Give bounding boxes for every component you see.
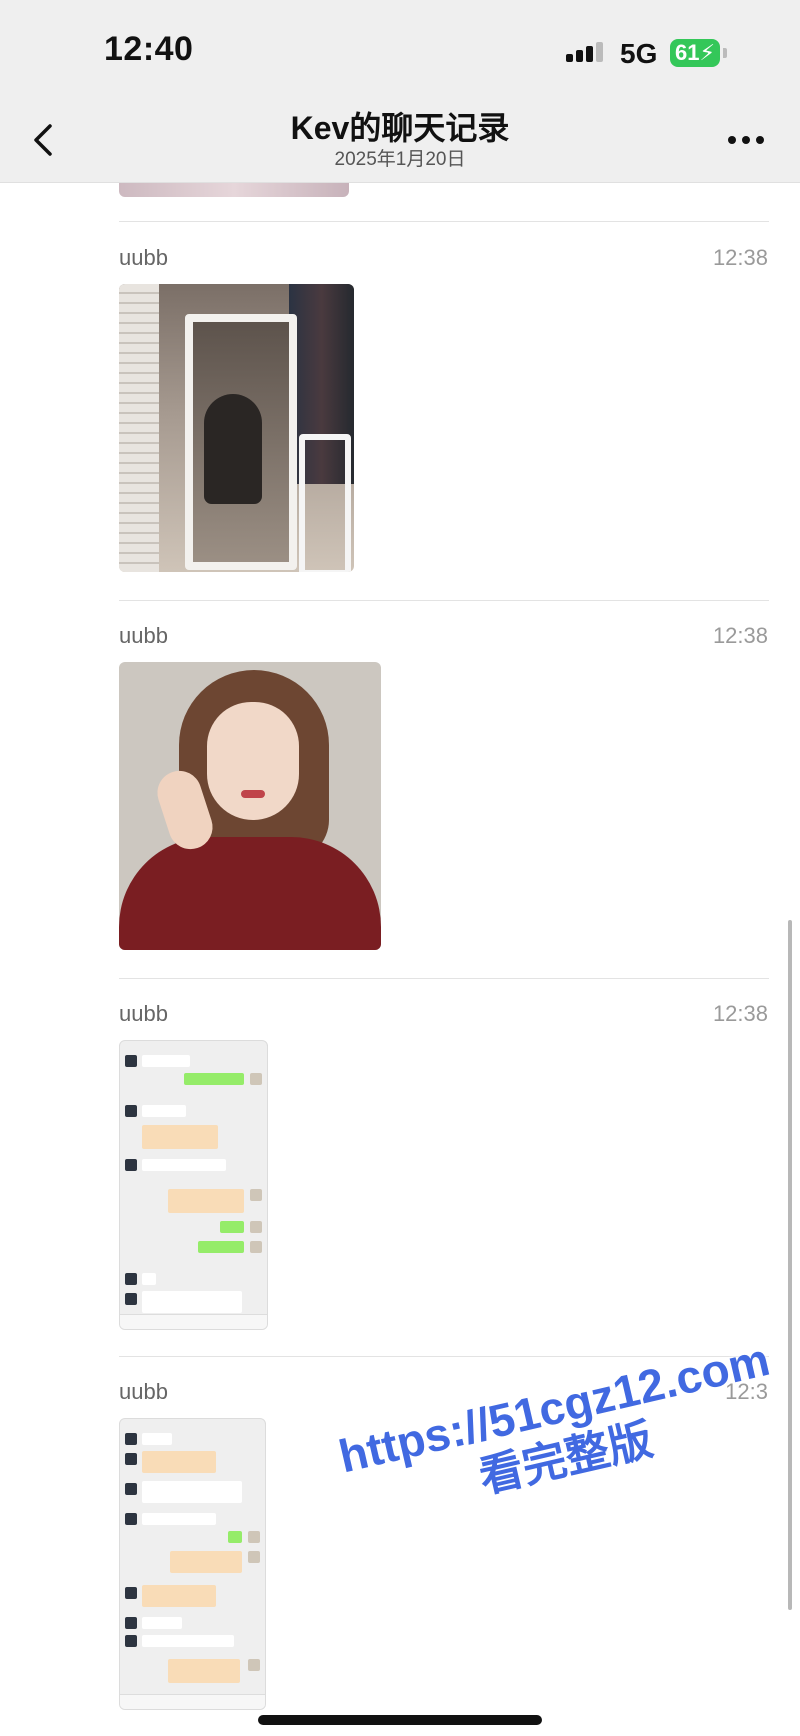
photo-shirt — [119, 837, 381, 950]
page-title: Kev的聊天记录 — [290, 110, 510, 146]
battery-level: 61 — [675, 40, 700, 65]
thumb-bubble — [168, 1659, 240, 1683]
thumb-avatar — [125, 1635, 137, 1647]
thumb-bubble — [142, 1585, 216, 1607]
status-bar: 12:40 5G 61 ⚡ — [0, 0, 800, 100]
thumb-bubble — [198, 1241, 244, 1253]
thumb-avatar — [125, 1483, 137, 1495]
message-time: 12:38 — [712, 245, 768, 270]
signal-icon — [566, 42, 603, 62]
message-image[interactable] — [119, 662, 381, 950]
thumb-avatar — [125, 1587, 137, 1599]
thumb-avatar — [125, 1273, 137, 1285]
thumb-bubble — [170, 1551, 242, 1573]
previous-image-fragment[interactable] — [119, 183, 349, 197]
divider — [119, 600, 769, 601]
thumb-avatar — [125, 1433, 137, 1445]
thumb-bubble — [168, 1189, 244, 1213]
scrollbar[interactable] — [788, 920, 792, 1610]
nav-title-group: Kev的聊天记录 2025年1月20日 — [0, 108, 800, 172]
message-time: 12:38 — [712, 1001, 768, 1026]
thumb-bubble — [142, 1617, 182, 1629]
thumb-avatar — [125, 1617, 137, 1629]
thumb-avatar — [248, 1659, 260, 1671]
message-time: 12:38 — [712, 623, 768, 648]
thumb-avatar — [250, 1221, 262, 1233]
thumb-bubble — [142, 1513, 216, 1525]
thumb-bubble — [220, 1221, 244, 1233]
status-time: 12:40 — [104, 30, 194, 68]
thumb-avatar — [125, 1105, 137, 1117]
thumb-avatar — [250, 1241, 262, 1253]
home-indicator[interactable] — [258, 1715, 542, 1725]
thumb-bubble — [142, 1055, 190, 1067]
thumb-avatar — [125, 1513, 137, 1525]
message-image[interactable] — [119, 284, 354, 572]
thumb-bubble — [142, 1125, 218, 1149]
thumb-bubble — [142, 1105, 186, 1117]
photo-figure — [204, 394, 262, 504]
thumb-avatar — [248, 1531, 260, 1543]
chat-screenshot-image[interactable] — [119, 1040, 268, 1330]
photo-lips — [241, 790, 265, 798]
message-sender: uubb — [119, 1379, 168, 1404]
thumb-avatar — [125, 1453, 137, 1465]
thumb-avatar — [248, 1551, 260, 1563]
thumb-input-bar — [120, 1694, 265, 1709]
network-type: 5G — [620, 38, 658, 69]
ellipsis-icon[interactable] — [726, 134, 766, 146]
thumb-bubble — [142, 1291, 242, 1313]
thumb-bubble — [142, 1273, 156, 1285]
thumb-bubble — [184, 1073, 244, 1085]
thumb-avatar — [125, 1159, 137, 1171]
photo-blinds — [119, 284, 159, 572]
photo-chair — [299, 434, 351, 572]
thumb-bubble — [142, 1451, 216, 1473]
divider — [119, 978, 769, 979]
thumb-bubble — [142, 1635, 234, 1647]
thumb-bubble — [142, 1159, 226, 1171]
message-sender: uubb — [119, 623, 168, 648]
thumb-avatar — [250, 1073, 262, 1085]
thumb-avatar — [250, 1189, 262, 1201]
thumb-input-bar — [120, 1314, 267, 1329]
divider — [119, 221, 769, 222]
nav-bar: Kev的聊天记录 2025年1月20日 — [0, 100, 800, 183]
photo-face — [207, 702, 299, 820]
battery-tip — [723, 48, 727, 58]
thumb-bubble — [228, 1531, 242, 1543]
message-sender: uubb — [119, 245, 168, 270]
thumb-bubble — [142, 1433, 172, 1445]
thumb-avatar — [125, 1293, 137, 1305]
message-sender: uubb — [119, 1001, 168, 1026]
page-subtitle: 2025年1月20日 — [334, 149, 466, 170]
thumb-avatar — [125, 1055, 137, 1067]
thumb-bubble — [142, 1481, 242, 1503]
chat-screenshot-image[interactable] — [119, 1418, 266, 1710]
battery-icon: 61 ⚡ — [670, 39, 720, 67]
